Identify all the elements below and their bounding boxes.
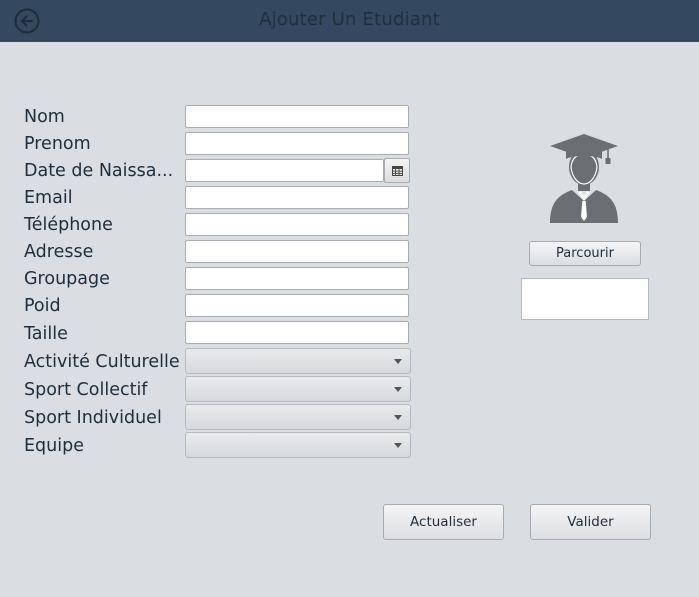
taille-input[interactable] [185, 321, 409, 344]
label-sport-individuel: Sport Individuel [24, 408, 162, 428]
adresse-input[interactable] [185, 240, 409, 263]
sport-individuel-select[interactable] [185, 404, 411, 430]
equipe-select[interactable] [185, 432, 411, 458]
label-activite-culturelle: Activité Culturelle [24, 352, 180, 372]
sport-collectif-select[interactable] [185, 376, 411, 402]
label-taille: Taille [24, 324, 68, 344]
photo-path-field[interactable] [521, 278, 649, 320]
browse-button[interactable]: Parcourir [529, 241, 641, 266]
student-graduate-icon [548, 133, 620, 225]
title-bar: Ajouter Un Etudiant [0, 0, 699, 42]
label-poid: Poid [24, 296, 61, 316]
chevron-down-icon [394, 415, 402, 420]
calendar-button[interactable] [384, 158, 410, 183]
activite-culturelle-select[interactable] [185, 348, 411, 374]
email-input[interactable] [185, 186, 409, 209]
chevron-down-icon [394, 387, 402, 392]
date-naissance-input[interactable] [185, 159, 384, 182]
calendar-icon [392, 166, 403, 176]
prenom-input[interactable] [185, 132, 409, 155]
chevron-down-icon [394, 443, 402, 448]
label-equipe: Equipe [24, 436, 84, 456]
nom-input[interactable] [185, 105, 409, 128]
page-title: Ajouter Un Etudiant [259, 9, 440, 30]
poid-input[interactable] [185, 294, 409, 317]
label-date-naissance: Date de Naissa... [24, 161, 174, 181]
label-prenom: Prenom [24, 134, 91, 154]
validate-button[interactable]: Valider [530, 504, 651, 540]
telephone-input[interactable] [185, 213, 409, 236]
groupage-input[interactable] [185, 267, 409, 290]
label-nom: Nom [24, 107, 65, 127]
label-telephone: Téléphone [24, 215, 113, 235]
refresh-button[interactable]: Actualiser [383, 504, 504, 540]
label-sport-collectif: Sport Collectif [24, 380, 148, 400]
chevron-down-icon [394, 359, 402, 364]
label-email: Email [24, 188, 73, 208]
label-groupage: Groupage [24, 269, 110, 289]
label-adresse: Adresse [24, 242, 94, 262]
